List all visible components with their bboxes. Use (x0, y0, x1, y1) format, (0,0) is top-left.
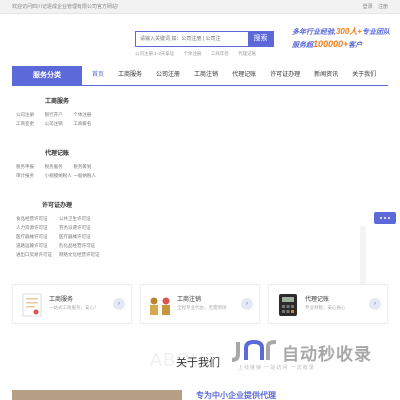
about-photo (12, 390, 182, 400)
card-title: 工商注销 (177, 297, 202, 303)
header-promo: 多年行业经验,300人+专业团队 服务超100000+客户 (292, 26, 394, 52)
category-link[interactable]: 医疗器械许可证 (59, 232, 102, 241)
category-items: 公司注册 银行开户 个体注册 工商变更 公司注销 工商解名 (12, 110, 102, 128)
card-desc: 一站式工商服务，安心！ (49, 305, 99, 310)
watermark-logo-icon (231, 339, 277, 362)
nav-home[interactable]: 首页 (92, 66, 104, 85)
login-link[interactable]: 登录 (363, 4, 373, 10)
service-category-tab[interactable]: 服务分类 (12, 66, 82, 85)
about-headline: 专为中小企业提供代理 (196, 391, 276, 400)
document-icon (22, 293, 42, 317)
category-link[interactable]: 食品经营许可证 (16, 214, 59, 223)
nav-business-service[interactable]: 工商服务 (118, 66, 142, 85)
promo-number: 300人+ (335, 27, 362, 36)
search-button[interactable]: 搜索 (248, 32, 273, 46)
category-panel: 工商服务 公司注册 银行开户 个体注册 工商变更 公司注销 工商解名 代理记账 … (12, 86, 102, 272)
promo-line-1: 多年行业经验,300人+专业团队 (292, 26, 394, 37)
category-link[interactable]: 小规模纳税人 (45, 171, 74, 180)
promo-text: 专业团队 (361, 29, 390, 36)
top-bar: 欢迎访问四川记逐成企业管理有限公司官方网站! 登录 注册 (0, 0, 400, 14)
category-group-license: 许可证办理 食品经营许可证 公共卫生许可证 人力资源许可证 劳务派遣许可证 医疗… (12, 200, 102, 259)
nav-business-cancellation[interactable]: 工商注销 (194, 66, 218, 85)
card-desc: 专业财税，安心省心 (305, 305, 346, 310)
category-title[interactable]: 工商服务 (12, 96, 102, 105)
hot-keyword[interactable]: 个体注册 (184, 51, 202, 56)
side-toolbar[interactable] (374, 212, 396, 224)
promo-text: 客户 (348, 42, 363, 49)
category-link[interactable]: 危化品经营许可证 (59, 241, 102, 250)
nav-bookkeeping[interactable]: 代理记账 (232, 66, 256, 85)
service-cards: 工商服务 一站式工商服务，安心！ › 工商注销 全程专业代办，无需到场 › 代理… (12, 284, 388, 324)
watermark-text: 自动秒收录 (282, 345, 372, 364)
watermark-slogan: 上线链接 一站访问 一次收录 (238, 365, 315, 371)
category-link[interactable]: 公共卫生许可证 (59, 214, 102, 223)
category-link[interactable]: 道路运输许可证 (16, 241, 59, 250)
category-link[interactable]: 网络文化经营许可证 (59, 250, 102, 259)
search-input[interactable] (136, 32, 249, 46)
promo-text: 多年行业经验, (292, 29, 336, 36)
category-link[interactable]: 税务申报 (16, 162, 45, 171)
category-link[interactable]: 工商变更 (16, 119, 45, 128)
promo-number: 100000+ (313, 39, 349, 49)
category-title[interactable]: 代理记账 (12, 148, 102, 157)
search-box: 搜索 (135, 31, 274, 47)
category-link[interactable]: 医疗器械许可证 (16, 232, 59, 241)
nav-license[interactable]: 许可证办理 (270, 66, 300, 85)
welcome-text: 欢迎访问四川记逐成企业管理有限公司官方网站! (12, 4, 119, 10)
category-link[interactable]: 审计报务 (16, 171, 45, 180)
service-card[interactable]: 工商服务 一站式工商服务，安心！ › (12, 284, 132, 324)
category-link[interactable]: 人力资源许可证 (16, 223, 59, 232)
promo-line-2: 服务超100000+客户 (292, 39, 394, 50)
category-group-business: 工商服务 公司注册 银行开户 个体注册 工商变更 公司注销 工商解名 (12, 96, 102, 128)
category-link[interactable]: 公司注销 (45, 119, 74, 128)
nav-company-registration[interactable]: 公司注册 (156, 66, 180, 85)
category-items: 税务申报 税务服务 税务筹划 审计报务 小规模纳税人 一般纳税人 (12, 162, 102, 180)
stamp-icon (150, 297, 170, 315)
register-link[interactable]: 注册 (378, 4, 388, 10)
category-link[interactable]: 税务服务 (45, 162, 74, 171)
arrow-right-icon: › (369, 298, 381, 310)
service-card[interactable]: 工商注销 全程专业代办，无需到场 › (140, 284, 260, 324)
category-link[interactable]: 劳务派遣许可证 (59, 223, 102, 232)
hot-keyword[interactable]: 工商年检 (211, 51, 229, 56)
promo-text: 服务超 (292, 42, 313, 49)
hot-keyword[interactable]: 代理记账 (238, 51, 256, 56)
arrow-right-icon: › (113, 298, 125, 310)
service-card[interactable]: 代理记账 专业财税，安心省心 › (268, 284, 388, 324)
nav-news[interactable]: 新闻资讯 (314, 66, 338, 85)
category-link[interactable]: 银行开户 (45, 110, 74, 119)
category-link[interactable]: 工商解名 (73, 119, 102, 128)
calculator-icon (279, 294, 297, 316)
category-link[interactable]: 进出口贸易许可证 (16, 250, 59, 259)
category-link[interactable]: 公司注册 (16, 110, 45, 119)
category-link[interactable]: 个体注册 (73, 110, 102, 119)
hot-keyword[interactable]: 公司注册 1-3天拿证 (135, 51, 174, 56)
category-title[interactable]: 许可证办理 (12, 200, 102, 209)
card-title: 代理记账 (305, 297, 330, 303)
category-link[interactable]: 税务筹划 (73, 162, 102, 171)
category-link[interactable]: 一般纳税人 (73, 171, 102, 180)
about-title: 关于我们 (176, 357, 220, 369)
hot-keywords: 公司注册 1-3天拿证 个体注册 工商年检 代理记账 (135, 51, 264, 57)
nav-about[interactable]: 关于我们 (352, 66, 376, 85)
main-nav: 首页 工商服务 公司注册 工商注销 代理记账 许可证办理 新闻资讯 关于我们 (92, 66, 390, 85)
category-group-bookkeeping: 代理记账 税务申报 税务服务 税务筹划 审计报务 小规模纳税人 一般纳税人 (12, 148, 102, 180)
card-title: 工商服务 (49, 297, 74, 303)
arrow-right-icon: › (241, 298, 253, 310)
top-links: 登录 注册 (359, 3, 388, 10)
card-desc: 全程专业代办，无需到场 (177, 305, 227, 310)
category-items: 食品经营许可证 公共卫生许可证 人力资源许可证 劳务派遣许可证 医疗器械许可证 … (12, 214, 102, 259)
